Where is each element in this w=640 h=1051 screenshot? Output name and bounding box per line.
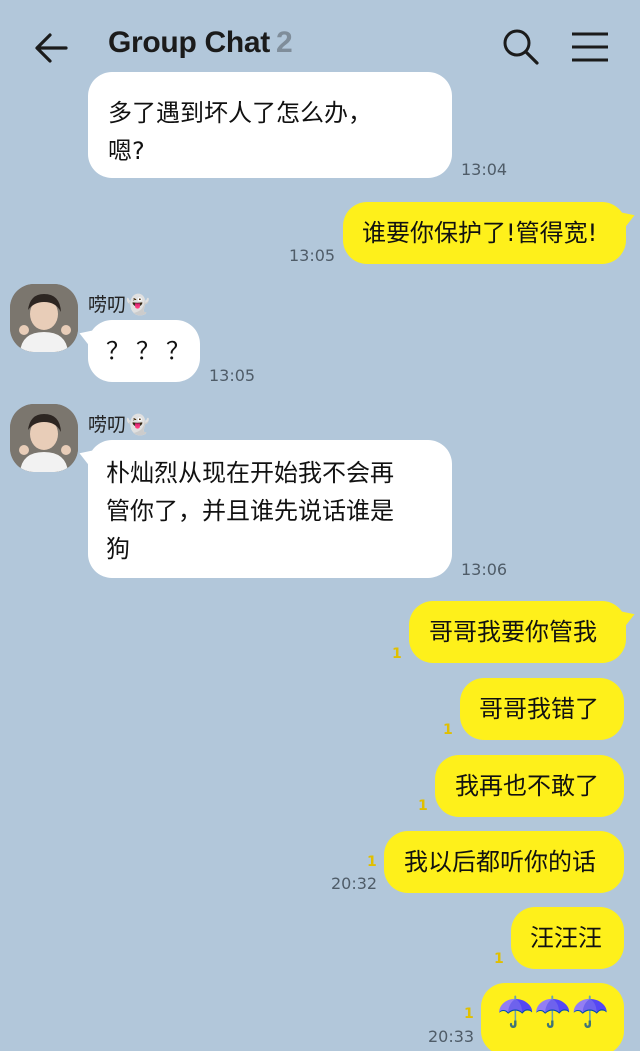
- message-bubble-outgoing[interactable]: 我再也不敢了: [435, 755, 624, 817]
- message-text: 我以后都听你的话: [404, 848, 596, 876]
- message-emoji-text: ☂️☂️☂️: [497, 995, 610, 1030]
- unread-count: 1: [464, 1006, 474, 1022]
- message-bubble-incoming[interactable]: 多了遇到坏人了怎么办， 嗯?: [88, 72, 452, 178]
- message-timestamp: 20:32: [331, 874, 378, 893]
- message-bubble-outgoing[interactable]: 谁要你保护了!管得宽!: [343, 202, 626, 264]
- message-timestamp: 13:05: [209, 366, 256, 385]
- message-bubble-outgoing[interactable]: 哥哥我错了: [460, 678, 624, 740]
- sender-name: 唠叨👻: [88, 294, 150, 316]
- chat-title-text: Group Chat: [108, 26, 270, 59]
- message-timestamp: 13:06: [461, 560, 508, 579]
- message-timestamp: 13:04: [461, 160, 508, 179]
- unread-count: 1: [418, 798, 428, 814]
- avatar-image: [10, 284, 78, 352]
- avatar[interactable]: [10, 404, 78, 472]
- message-bubble-outgoing[interactable]: 汪汪汪: [511, 907, 624, 969]
- sender-name: 唠叨👻: [88, 414, 150, 436]
- message-text: 谁要你保护了!管得宽!: [362, 219, 598, 247]
- arrow-left-icon[interactable]: [30, 26, 74, 70]
- message-text: 汪汪汪: [530, 924, 602, 952]
- unread-count: 1: [367, 854, 377, 870]
- avatar[interactable]: [10, 284, 78, 352]
- avatar-image: [10, 404, 78, 472]
- message-timestamp: 13:05: [289, 246, 336, 265]
- message-text: ？？？: [106, 337, 196, 365]
- hamburger-menu-icon[interactable]: [568, 26, 612, 68]
- message-line: 多了遇到坏人了怎么办，: [108, 99, 372, 127]
- member-count: 2: [276, 26, 293, 59]
- message-bubble-incoming[interactable]: 朴灿烈从现在开始我不会再 管你了，并且谁先说话谁是 狗: [88, 440, 452, 578]
- unread-count: 1: [392, 646, 402, 662]
- message-timestamp: 20:33: [428, 1027, 475, 1046]
- message-text: 哥哥我要你管我: [429, 618, 597, 646]
- message-bubble-outgoing[interactable]: 哥哥我要你管我: [409, 601, 626, 663]
- unread-count: 1: [494, 951, 504, 967]
- message-text: 哥哥我错了: [479, 695, 599, 723]
- chat-title: Group Chat 2: [108, 26, 293, 60]
- message-bubble-outgoing[interactable]: 我以后都听你的话: [384, 831, 624, 893]
- message-line: 朴灿烈从现在开始我不会再: [106, 459, 394, 487]
- message-line: 管你了，并且谁先说话谁是: [106, 497, 394, 525]
- message-bubble-outgoing[interactable]: ☂️☂️☂️: [481, 983, 624, 1051]
- message-line: 狗: [106, 535, 130, 563]
- unread-count: 1: [443, 722, 453, 738]
- message-line: 嗯?: [108, 137, 145, 165]
- message-bubble-incoming[interactable]: ？？？: [88, 320, 200, 382]
- message-text: 我再也不敢了: [455, 772, 599, 800]
- search-icon[interactable]: [500, 26, 542, 68]
